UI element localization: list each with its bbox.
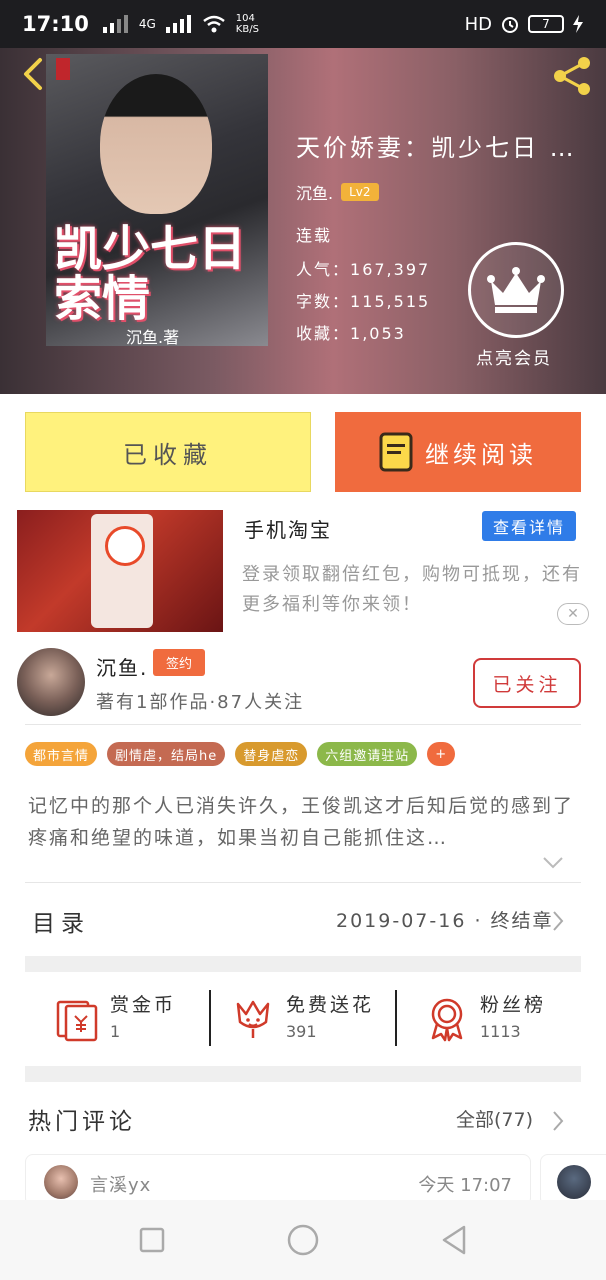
tag-item[interactable]: 都市言情 [25, 742, 98, 766]
crown-icon [487, 267, 545, 313]
author-stats: 著有1部作品·87人关注 [96, 692, 305, 713]
popularity-label: 人气： [296, 260, 351, 279]
divider [25, 724, 581, 725]
toc-label[interactable]: 目录 [32, 904, 90, 938]
popularity-stat: 人气：167,397 [296, 256, 430, 280]
status-bar: 17:10 4G 104 KB/S HD 7 [0, 0, 606, 48]
chevron-down-icon[interactable] [542, 856, 564, 870]
signal-icon [102, 15, 128, 33]
recent-apps-icon[interactable] [134, 1222, 170, 1258]
book-status: 连载 [296, 226, 333, 245]
red-envelope-icon [56, 1000, 98, 1042]
book-icon [379, 432, 413, 472]
tag-list: 都市言情 剧情虐，结局he 替身虐恋 六组邀请驻站 + [25, 742, 456, 766]
popularity-value: 167,397 [350, 260, 431, 279]
reward-value: 391 [286, 1022, 317, 1041]
divider [209, 990, 211, 1046]
ad-close-button[interactable]: ✕ [557, 603, 589, 625]
toc-latest-chapter[interactable]: 2019-07-16 · 终结章 [336, 906, 554, 933]
cover-author: 沉鱼.著 [126, 328, 180, 346]
home-icon[interactable] [285, 1222, 321, 1258]
commenter-avatar[interactable] [557, 1165, 591, 1199]
collected-button[interactable]: 已收藏 [25, 412, 311, 492]
network-type: 4G [138, 17, 156, 31]
chevron-right-icon[interactable] [552, 1110, 564, 1132]
synopsis[interactable]: 记忆中的那个人已消失许久，王俊凯这才后知后觉的感到了疼痛和绝望的味道，如果当初自… [28, 790, 578, 854]
reward-label: 赏金币 [110, 994, 177, 1016]
divider [25, 882, 581, 883]
net-speed: 104 [235, 13, 255, 24]
system-nav-bar [0, 1200, 606, 1280]
follow-button[interactable]: 已关注 [473, 658, 581, 708]
book-author-line: 沉鱼. Lv2 [296, 180, 379, 204]
status-time: 17:10 [22, 12, 89, 36]
favorites-stat: 收藏：1,053 [296, 320, 406, 344]
reward-flowers[interactable]: 免费送花 391 [230, 990, 380, 1048]
reward-value: 1 [110, 1022, 121, 1041]
cover-title: 凯少七日索情 [54, 221, 247, 327]
reward-coins[interactable]: 赏金币 1 [54, 990, 194, 1048]
signed-badge: 签约 [153, 649, 205, 676]
ad-details-button[interactable]: 查看详情 [482, 511, 576, 541]
section-separator [25, 956, 581, 972]
alarm-icon [502, 17, 518, 33]
author-avatar[interactable] [17, 648, 85, 716]
book-cover[interactable]: 凯少七日索情 沉鱼.著 [46, 54, 268, 346]
tag-item[interactable]: 剧情虐，结局he [107, 742, 226, 766]
tag-item[interactable]: 六组邀请驻站 [317, 742, 418, 766]
tag-more-button[interactable]: + [427, 742, 456, 766]
vip-label: 点亮会员 [476, 349, 552, 369]
commenter-avatar[interactable] [44, 1165, 78, 1199]
wifi-icon [203, 15, 225, 33]
level-badge: Lv2 [341, 183, 379, 201]
author-name[interactable]: 沉鱼. [96, 652, 148, 681]
divider [395, 990, 397, 1046]
continue-reading-label: 继续阅读 [425, 440, 537, 469]
book-title: 天价娇妻：凯少七日 … [296, 134, 577, 162]
ad-title[interactable]: 手机淘宝 [244, 514, 332, 543]
section-separator [25, 1066, 581, 1082]
signal-icon [165, 15, 191, 33]
reward-value: 1113 [480, 1022, 521, 1041]
reward-fans[interactable]: 粉丝榜 1113 [424, 990, 564, 1048]
commenter-name[interactable]: 言溪yx [90, 1171, 151, 1197]
ad-description[interactable]: 登录领取翻倍红包，购物可抵现，还有更多福利等你来领！ [242, 560, 582, 620]
charging-icon [573, 15, 583, 33]
cover-portrait [100, 74, 212, 214]
net-speed-unit: KB/S [235, 24, 259, 35]
ad-phone-graphic [91, 514, 153, 628]
chevron-right-icon[interactable] [552, 910, 564, 932]
reward-label: 粉丝榜 [480, 994, 547, 1016]
hd-indicator: HD [464, 13, 492, 35]
word-count-value: 115,515 [350, 292, 431, 311]
favorites-label: 收藏： [296, 324, 351, 343]
comment-card[interactable] [540, 1154, 606, 1206]
all-comments-link[interactable]: 全部(77) [456, 1105, 533, 1132]
book-author[interactable]: 沉鱼. [296, 180, 333, 204]
battery-indicator: 7 [528, 15, 564, 33]
ad-image[interactable] [17, 510, 223, 632]
hot-comments-title: 热门评论 [28, 1109, 136, 1135]
tag-item[interactable]: 替身虐恋 [235, 742, 308, 766]
back-triangle-icon[interactable] [436, 1222, 472, 1258]
medal-icon [431, 998, 463, 1042]
comment-card[interactable]: 言溪yx 今天 17:07 [25, 1154, 531, 1206]
cover-badge [56, 58, 70, 80]
word-count-label: 字数： [296, 292, 351, 311]
share-icon[interactable] [550, 54, 594, 98]
signal-indicator: 4G 104 KB/S [102, 13, 259, 35]
continue-reading-button[interactable]: 继续阅读 [335, 412, 581, 492]
word-count-stat: 字数：115,515 [296, 288, 430, 312]
favorites-value: 1,053 [350, 324, 406, 343]
reward-label: 免费送花 [286, 994, 375, 1016]
comment-time: 今天 17:07 [418, 1175, 512, 1196]
flower-icon [236, 1000, 270, 1038]
vip-button[interactable] [468, 242, 564, 338]
